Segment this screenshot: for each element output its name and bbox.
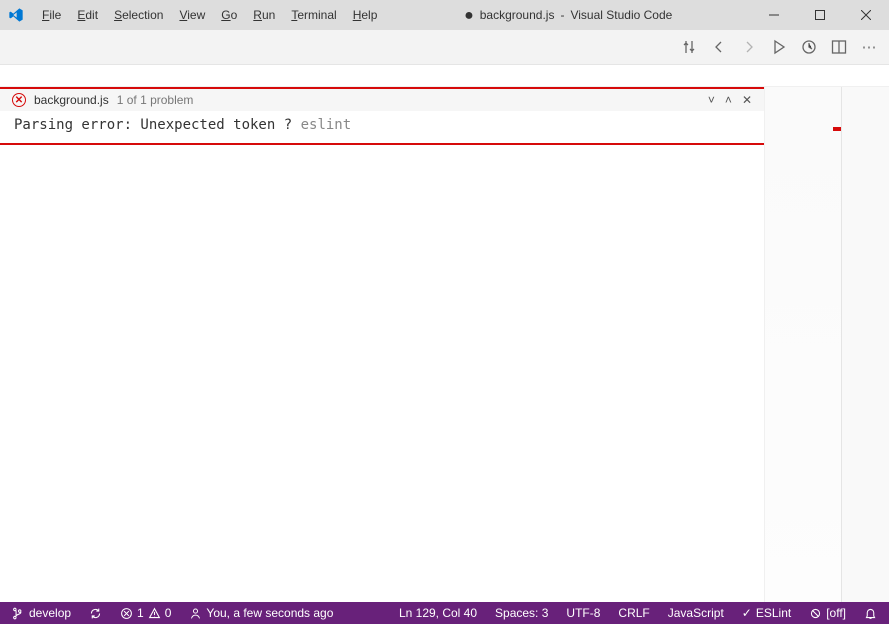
timeline-icon[interactable]: [801, 39, 817, 55]
window-close-button[interactable]: [843, 0, 889, 30]
window-controls: [751, 0, 889, 30]
problems-peek: ✕ background.js 1 of 1 problem ˅ ˄ ✕ Par…: [0, 87, 764, 145]
more-actions-icon[interactable]: ⋯: [861, 39, 877, 55]
status-branch[interactable]: develop: [8, 606, 75, 620]
status-problems[interactable]: 1 0: [116, 606, 175, 620]
window-title: ● background.js - Visual Studio Code: [385, 8, 751, 22]
check-icon: ✓: [742, 606, 752, 620]
status-blame[interactable]: You, a few seconds ago: [185, 606, 337, 620]
peek-file[interactable]: background.js: [34, 93, 109, 107]
title-doc: background.js: [480, 8, 555, 22]
status-notifications[interactable]: [860, 607, 881, 620]
editor-tabs: ⋯: [0, 30, 889, 65]
split-editor-icon[interactable]: [831, 39, 847, 55]
warning-count: 0: [165, 606, 172, 620]
menu-edit[interactable]: Edit: [69, 5, 106, 25]
activity-bar: [841, 87, 889, 602]
status-off[interactable]: [off]: [805, 606, 850, 620]
peek-message: Parsing error: Unexpected token ?: [14, 117, 292, 133]
breadcrumb[interactable]: [0, 65, 889, 87]
run-file-icon[interactable]: [771, 39, 787, 55]
peek-count: 1 of 1 problem: [117, 93, 194, 107]
menu-run[interactable]: Run: [245, 5, 283, 25]
error-icon: ✕: [12, 93, 26, 107]
status-lang[interactable]: JavaScript: [664, 606, 728, 620]
menu-view[interactable]: View: [171, 5, 213, 25]
status-lncol[interactable]: Ln 129, Col 40: [395, 606, 481, 620]
status-bar: develop 1 0 You, a few seconds ago Ln 12…: [0, 602, 889, 624]
status-encoding[interactable]: UTF-8: [562, 606, 604, 620]
peek-header: ✕ background.js 1 of 1 problem ˅ ˄ ✕: [0, 89, 764, 111]
minimap[interactable]: [764, 87, 841, 602]
menu-go[interactable]: Go: [213, 5, 245, 25]
window-minimize-button[interactable]: [751, 0, 797, 30]
editor-column: ✕ background.js 1 of 1 problem ˅ ˄ ✕ Par…: [0, 87, 764, 602]
vscode-logo-icon: [8, 7, 24, 23]
compare-changes-icon[interactable]: [681, 39, 697, 55]
status-eslint[interactable]: ✓ ESLint: [738, 606, 795, 620]
menu-file[interactable]: File: [34, 5, 69, 25]
nav-forward-icon[interactable]: [741, 39, 757, 55]
status-eol[interactable]: CRLF: [614, 606, 653, 620]
title-app: Visual Studio Code: [570, 8, 672, 22]
error-count: 1: [137, 606, 144, 620]
menu-selection[interactable]: Selection: [106, 5, 171, 25]
nav-back-icon[interactable]: [711, 39, 727, 55]
status-spaces[interactable]: Spaces: 3: [491, 606, 552, 620]
branch-label: develop: [29, 606, 71, 620]
blame-label: You, a few seconds ago: [206, 606, 333, 620]
peek-prev-icon[interactable]: ˅: [708, 93, 715, 107]
peek-close-icon[interactable]: ✕: [742, 93, 752, 107]
main-area: ✕ background.js 1 of 1 problem ˅ ˄ ✕ Par…: [0, 87, 889, 602]
window-maximize-button[interactable]: [797, 0, 843, 30]
menu-help[interactable]: Help: [345, 5, 386, 25]
peek-source-label: eslint: [301, 117, 352, 133]
main-menu: FileEditSelectionViewGoRunTerminalHelp: [34, 5, 385, 25]
status-sync[interactable]: [85, 607, 106, 620]
peek-body: Parsing error: Unexpected token ? eslint: [0, 111, 764, 143]
menu-terminal[interactable]: Terminal: [283, 5, 344, 25]
minimap-error-marker: [833, 127, 841, 131]
editor-tab-actions: ⋯: [669, 30, 889, 64]
title-bar: FileEditSelectionViewGoRunTerminalHelp ●…: [0, 0, 889, 30]
peek-next-icon[interactable]: ˄: [725, 93, 732, 107]
